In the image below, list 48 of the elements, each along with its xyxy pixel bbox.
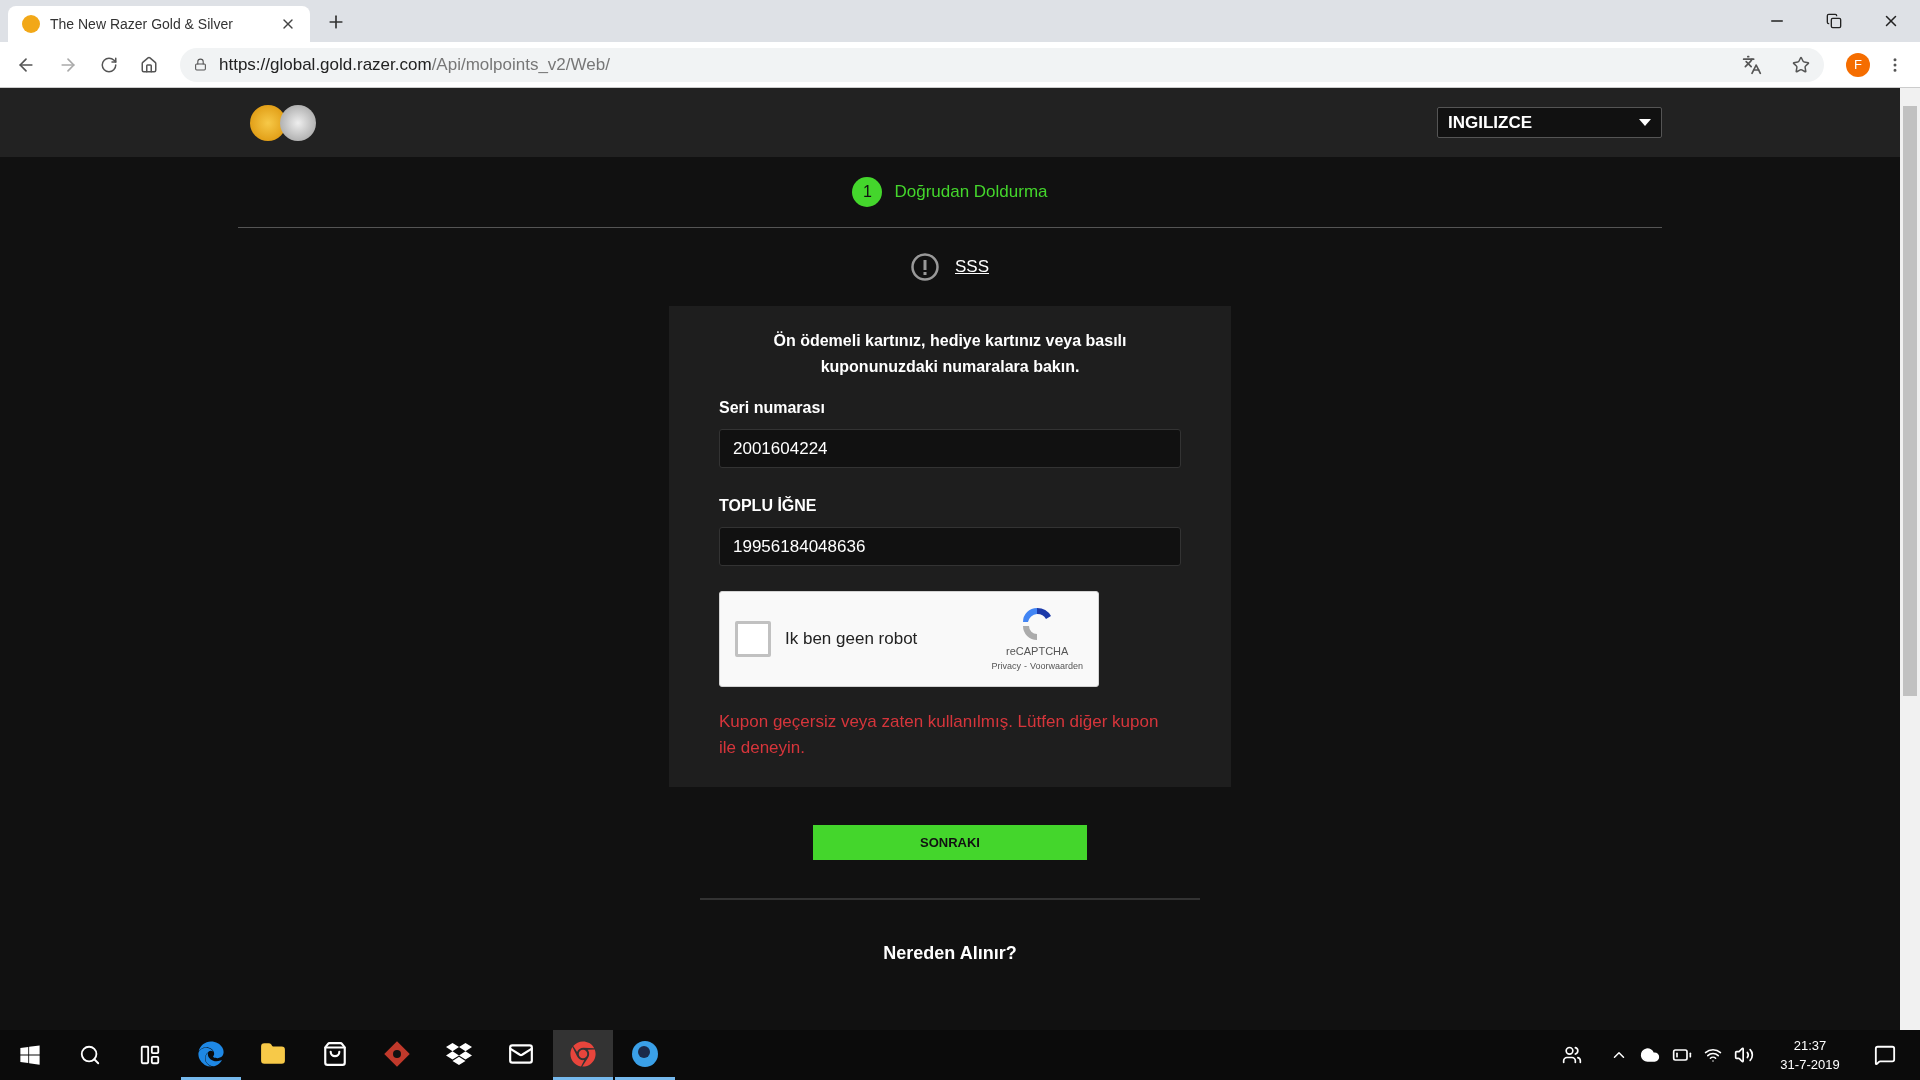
step-indicator: 1 Doğrudan Doldurma	[852, 177, 1048, 207]
taskbar-app[interactable]	[553, 1030, 613, 1080]
windows-start-icon[interactable]	[19, 1044, 41, 1066]
coins-logo[interactable]	[250, 104, 316, 141]
recaptcha-brand: reCAPTCHA	[1006, 644, 1069, 659]
captcha-link[interactable]: Privacy	[991, 659, 1021, 673]
cloud-icon[interactable]	[1640, 1045, 1660, 1065]
field-label: Seri numarası	[719, 398, 826, 418]
clock[interactable]: 21:37 31-7-2019	[1770, 1036, 1850, 1074]
folder-icon	[260, 1040, 286, 1067]
task-view-icon[interactable]	[139, 1044, 161, 1066]
coin-favicon	[22, 15, 40, 33]
input-field[interactable]: 2001604224	[719, 429, 1181, 468]
bookmark-star-icon[interactable]	[1792, 55, 1810, 74]
separator-text: -	[1023, 659, 1027, 673]
input-field[interactable]: 19956184048636	[719, 527, 1181, 566]
orb-icon	[631, 1039, 659, 1068]
translate-icon[interactable]	[1742, 54, 1762, 75]
caret-icon	[1639, 118, 1651, 127]
captcha-label: Ik ben geen robot	[785, 628, 919, 651]
url-text: https://global.gold.razer.com/Api/molpoints_v2/Web/	[219, 53, 610, 76]
where-to-buy-heading: Nereden Alınır?	[883, 942, 1017, 965]
address-bar[interactable]: https://global.gold.razer.com/Api/molpoints_v2/Web/	[180, 47, 1824, 82]
people-icon[interactable]	[1562, 1045, 1582, 1065]
wifi-icon[interactable]	[1704, 1046, 1722, 1064]
language-select[interactable]: INGILIZCE	[1437, 107, 1662, 138]
error-message: Kupon geçersiz veya zaten kullanılmış. Lütfen diğer kupon ile deneyin.	[719, 711, 1160, 759]
instruction-text: Ön ödemeli kartınız, hediye kartınız veya basılı kuponunuzdaki numaralara bakın.	[772, 330, 1128, 377]
scrollbar[interactable]	[1900, 88, 1920, 1030]
chrome-icon	[570, 1040, 596, 1067]
restore-icon[interactable]	[1826, 13, 1842, 29]
notifications-icon[interactable]	[1874, 1044, 1896, 1066]
checkbox[interactable]	[735, 621, 771, 657]
exclamation-circle-icon	[911, 253, 939, 281]
lock-icon	[194, 58, 207, 71]
next-button[interactable]: SONRAKI	[813, 825, 1087, 860]
tab-title: The New Razer Gold & Silver	[50, 14, 234, 34]
dropbox-icon	[446, 1040, 472, 1067]
search-icon[interactable]	[79, 1044, 101, 1066]
volume-icon[interactable]	[1734, 1045, 1754, 1065]
shopping-bag-icon	[322, 1040, 348, 1067]
field-label: TOPLU İĞNE	[719, 495, 818, 516]
edge-icon	[198, 1040, 224, 1067]
reload-icon[interactable]	[100, 55, 118, 74]
browser-tab[interactable]: The New Razer Gold & Silver	[8, 6, 310, 42]
faq-link[interactable]: SSS	[955, 254, 989, 280]
home-icon[interactable]	[140, 55, 158, 74]
captcha-link[interactable]: Voorwaarden	[1029, 659, 1083, 673]
